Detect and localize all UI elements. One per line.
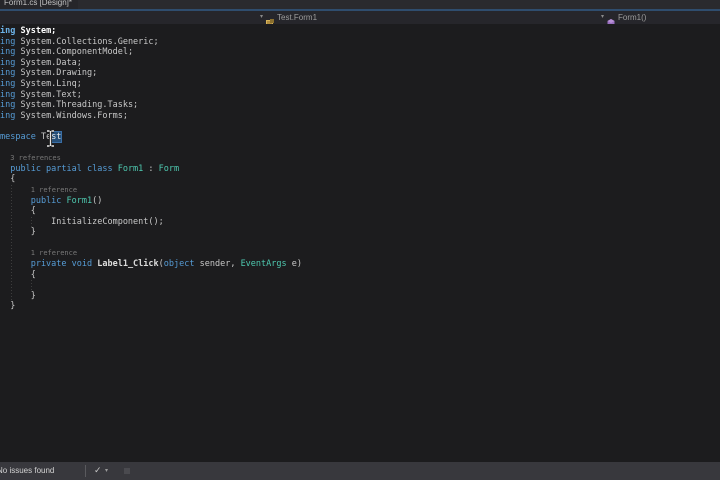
code-line[interactable]: ing System.ComponentModel; xyxy=(0,47,720,58)
type-dropdown[interactable]: ▾ Test.Form1 xyxy=(260,11,318,26)
code-line[interactable]: 1 reference xyxy=(0,185,720,196)
code-line[interactable]: { xyxy=(0,174,720,185)
indent-guide xyxy=(31,217,32,228)
indent-guide xyxy=(11,185,12,302)
member-dropdown[interactable]: ▾ Form1() xyxy=(601,11,647,27)
code-line[interactable]: InitializeComponent(); xyxy=(0,217,720,228)
code-line[interactable]: } xyxy=(0,301,720,312)
code-line[interactable]: mespace Test xyxy=(0,131,720,143)
code-line[interactable]: public partial class Form1 : Form xyxy=(0,164,720,175)
method-icon xyxy=(607,14,615,27)
code-line[interactable]: ing System.Text; xyxy=(0,90,720,101)
code-line[interactable]: 1 reference xyxy=(0,248,720,259)
code-line[interactable]: private void Label1_Click(object sender,… xyxy=(0,259,720,270)
code-line[interactable]: } xyxy=(0,291,720,302)
code-line[interactable]: } xyxy=(0,227,720,238)
code-line[interactable]: ing System.Drawing; xyxy=(0,68,720,79)
code-line[interactable]: ing System.Collections.Generic; xyxy=(0,37,720,48)
member-dropdown-label: Form1() xyxy=(618,13,647,22)
check-icon[interactable]: ✓ xyxy=(94,462,102,480)
code-line[interactable] xyxy=(0,121,720,132)
vs-window: Form1.cs [Design]* ▾ Test.Form1 ▾ Form1( xyxy=(0,0,720,480)
code-line[interactable] xyxy=(0,143,720,154)
code-editor[interactable]: ing System; ing System.Collections.Generi… xyxy=(0,24,720,462)
tab-strip: Form1.cs [Design]* xyxy=(0,0,720,9)
status-separator xyxy=(85,465,86,477)
class-icon xyxy=(266,14,275,26)
code-line[interactable]: ing System; xyxy=(0,26,720,37)
code-line[interactable]: public Form1() xyxy=(0,196,720,207)
editor-navigation-bar: ▾ Test.Form1 ▾ Form1() xyxy=(0,11,720,27)
code-line[interactable]: ing System.Data; xyxy=(0,58,720,69)
indent-guide xyxy=(31,280,32,291)
code-line[interactable]: ing System.Threading.Tasks; xyxy=(0,100,720,111)
ibeam-cursor-icon xyxy=(46,129,55,148)
tab-form1-design[interactable]: Form1.cs [Design]* xyxy=(0,0,79,9)
chevron-down-icon[interactable]: ▾ xyxy=(105,462,108,480)
code-line[interactable]: ing System.Linq; xyxy=(0,79,720,90)
chevron-down-icon: ▾ xyxy=(601,14,605,20)
code-line[interactable]: ing System.Windows.Forms; xyxy=(0,111,720,122)
code-line[interactable]: { xyxy=(0,206,720,217)
type-dropdown-label: Test.Form1 xyxy=(277,13,318,22)
code-line[interactable] xyxy=(0,280,720,291)
code-line[interactable]: { xyxy=(0,270,720,281)
status-bar: No issues found ✓ ▾ xyxy=(0,462,720,480)
code-line[interactable]: 3 references xyxy=(0,153,720,164)
code-area[interactable]: ing System; ing System.Collections.Generi… xyxy=(0,26,720,312)
issues-status-text: No issues found xyxy=(0,466,55,475)
chevron-down-icon: ▾ xyxy=(260,14,264,20)
dimmed-status-icon xyxy=(124,468,130,474)
code-line[interactable] xyxy=(0,238,720,249)
